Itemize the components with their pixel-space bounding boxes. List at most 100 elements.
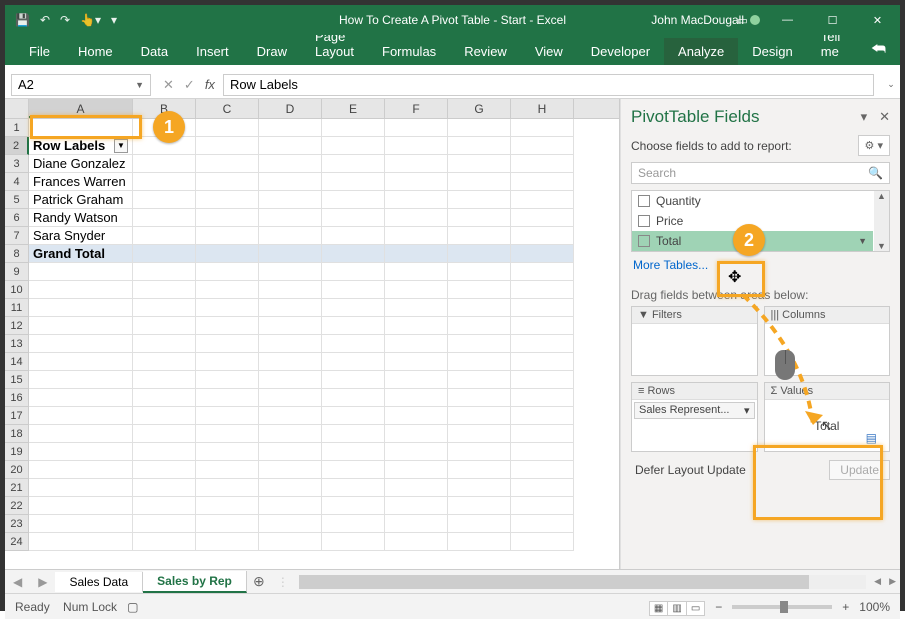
sheet-nav-prev[interactable]: ◀ <box>5 575 30 589</box>
cell[interactable] <box>322 443 385 461</box>
cell[interactable] <box>29 389 133 407</box>
cell[interactable] <box>259 389 322 407</box>
cell[interactable] <box>448 263 511 281</box>
tab-insert[interactable]: Insert <box>182 38 243 65</box>
more-tables-link[interactable]: More Tables... <box>631 252 890 278</box>
cell[interactable] <box>511 533 574 551</box>
save-icon[interactable]: 💾 <box>15 13 30 27</box>
cell[interactable] <box>196 389 259 407</box>
row-header[interactable]: 7 <box>5 227 29 245</box>
cell[interactable] <box>385 209 448 227</box>
cell[interactable] <box>322 353 385 371</box>
scroll-down-icon[interactable]: ▼ <box>874 241 889 251</box>
rows-pill[interactable]: Sales Represent...▾ <box>634 402 755 419</box>
cell[interactable] <box>511 227 574 245</box>
cell[interactable] <box>511 155 574 173</box>
cell[interactable] <box>259 281 322 299</box>
cell[interactable] <box>511 425 574 443</box>
cell[interactable] <box>385 371 448 389</box>
minimize-button[interactable]: — <box>765 5 810 35</box>
cell[interactable] <box>29 353 133 371</box>
cell[interactable] <box>259 191 322 209</box>
cell[interactable] <box>385 227 448 245</box>
cell[interactable] <box>322 227 385 245</box>
cell[interactable] <box>385 533 448 551</box>
cell[interactable] <box>322 533 385 551</box>
field-quantity[interactable]: Quantity <box>632 191 873 211</box>
formula-input[interactable]: Row Labels <box>223 74 874 96</box>
row-header[interactable]: 3 <box>5 155 29 173</box>
cell[interactable] <box>322 461 385 479</box>
cell[interactable] <box>133 173 196 191</box>
cell[interactable] <box>511 119 574 137</box>
cell[interactable] <box>196 443 259 461</box>
filter-dropdown-icon[interactable]: ▼ <box>114 139 128 153</box>
cell[interactable] <box>259 497 322 515</box>
cell[interactable] <box>133 227 196 245</box>
cell[interactable] <box>196 425 259 443</box>
cell[interactable] <box>259 443 322 461</box>
tab-review[interactable]: Review <box>450 38 521 65</box>
cell[interactable] <box>133 425 196 443</box>
scroll-up-icon[interactable]: ▲ <box>874 191 889 201</box>
cell[interactable] <box>322 515 385 533</box>
cell[interactable] <box>196 191 259 209</box>
cell[interactable] <box>511 497 574 515</box>
col-header-e[interactable]: E <box>322 99 385 118</box>
search-icon[interactable]: 🔍 <box>868 166 883 180</box>
cell[interactable] <box>511 299 574 317</box>
cell[interactable] <box>196 515 259 533</box>
cell[interactable] <box>385 407 448 425</box>
cell[interactable] <box>259 299 322 317</box>
tab-view[interactable]: View <box>521 38 577 65</box>
formula-expand-icon[interactable]: ⌄ <box>882 79 900 90</box>
zoom-out-icon[interactable]: − <box>715 600 722 614</box>
cell[interactable] <box>448 317 511 335</box>
cell[interactable] <box>133 515 196 533</box>
cell[interactable] <box>133 191 196 209</box>
cell[interactable] <box>511 209 574 227</box>
cell[interactable] <box>448 191 511 209</box>
rows-area[interactable]: ≡ Rows Sales Represent...▾ <box>631 382 758 452</box>
cell[interactable]: Randy Watson <box>29 209 133 227</box>
row-header[interactable]: 20 <box>5 461 29 479</box>
row-header[interactable]: 18 <box>5 425 29 443</box>
maximize-button[interactable]: ☐ <box>810 5 855 35</box>
cell[interactable] <box>133 281 196 299</box>
cell[interactable] <box>448 479 511 497</box>
cell[interactable] <box>448 245 511 263</box>
cell[interactable] <box>385 245 448 263</box>
cell[interactable]: Row Labels▼ <box>29 137 133 155</box>
cell[interactable] <box>259 119 322 137</box>
cell[interactable] <box>448 533 511 551</box>
zoom-slider[interactable] <box>732 605 832 609</box>
cell[interactable] <box>259 371 322 389</box>
cell[interactable] <box>196 407 259 425</box>
row-header[interactable]: 19 <box>5 443 29 461</box>
chevron-down-icon[interactable]: ▼ <box>135 80 144 90</box>
cell[interactable] <box>29 281 133 299</box>
cell[interactable] <box>448 227 511 245</box>
row-header[interactable]: 16 <box>5 389 29 407</box>
cell[interactable] <box>133 443 196 461</box>
checkbox-icon[interactable] <box>638 235 650 247</box>
cell[interactable] <box>196 155 259 173</box>
cell[interactable] <box>196 299 259 317</box>
cell[interactable] <box>448 389 511 407</box>
cell[interactable] <box>259 263 322 281</box>
cell[interactable] <box>29 443 133 461</box>
cell[interactable] <box>322 317 385 335</box>
page-layout-icon[interactable]: ▥ <box>667 601 686 616</box>
undo-icon[interactable]: ↶ <box>40 13 50 27</box>
cell[interactable] <box>511 191 574 209</box>
cancel-icon[interactable]: ✕ <box>163 77 174 93</box>
cell[interactable] <box>448 281 511 299</box>
row-header[interactable]: 12 <box>5 317 29 335</box>
cell[interactable] <box>511 371 574 389</box>
zoom-in-icon[interactable]: + <box>842 600 849 614</box>
cell[interactable]: Patrick Graham <box>29 191 133 209</box>
cell[interactable] <box>259 407 322 425</box>
ribbon-options-icon[interactable]: ▭ <box>720 5 765 35</box>
cell[interactable] <box>259 515 322 533</box>
cell[interactable] <box>29 425 133 443</box>
